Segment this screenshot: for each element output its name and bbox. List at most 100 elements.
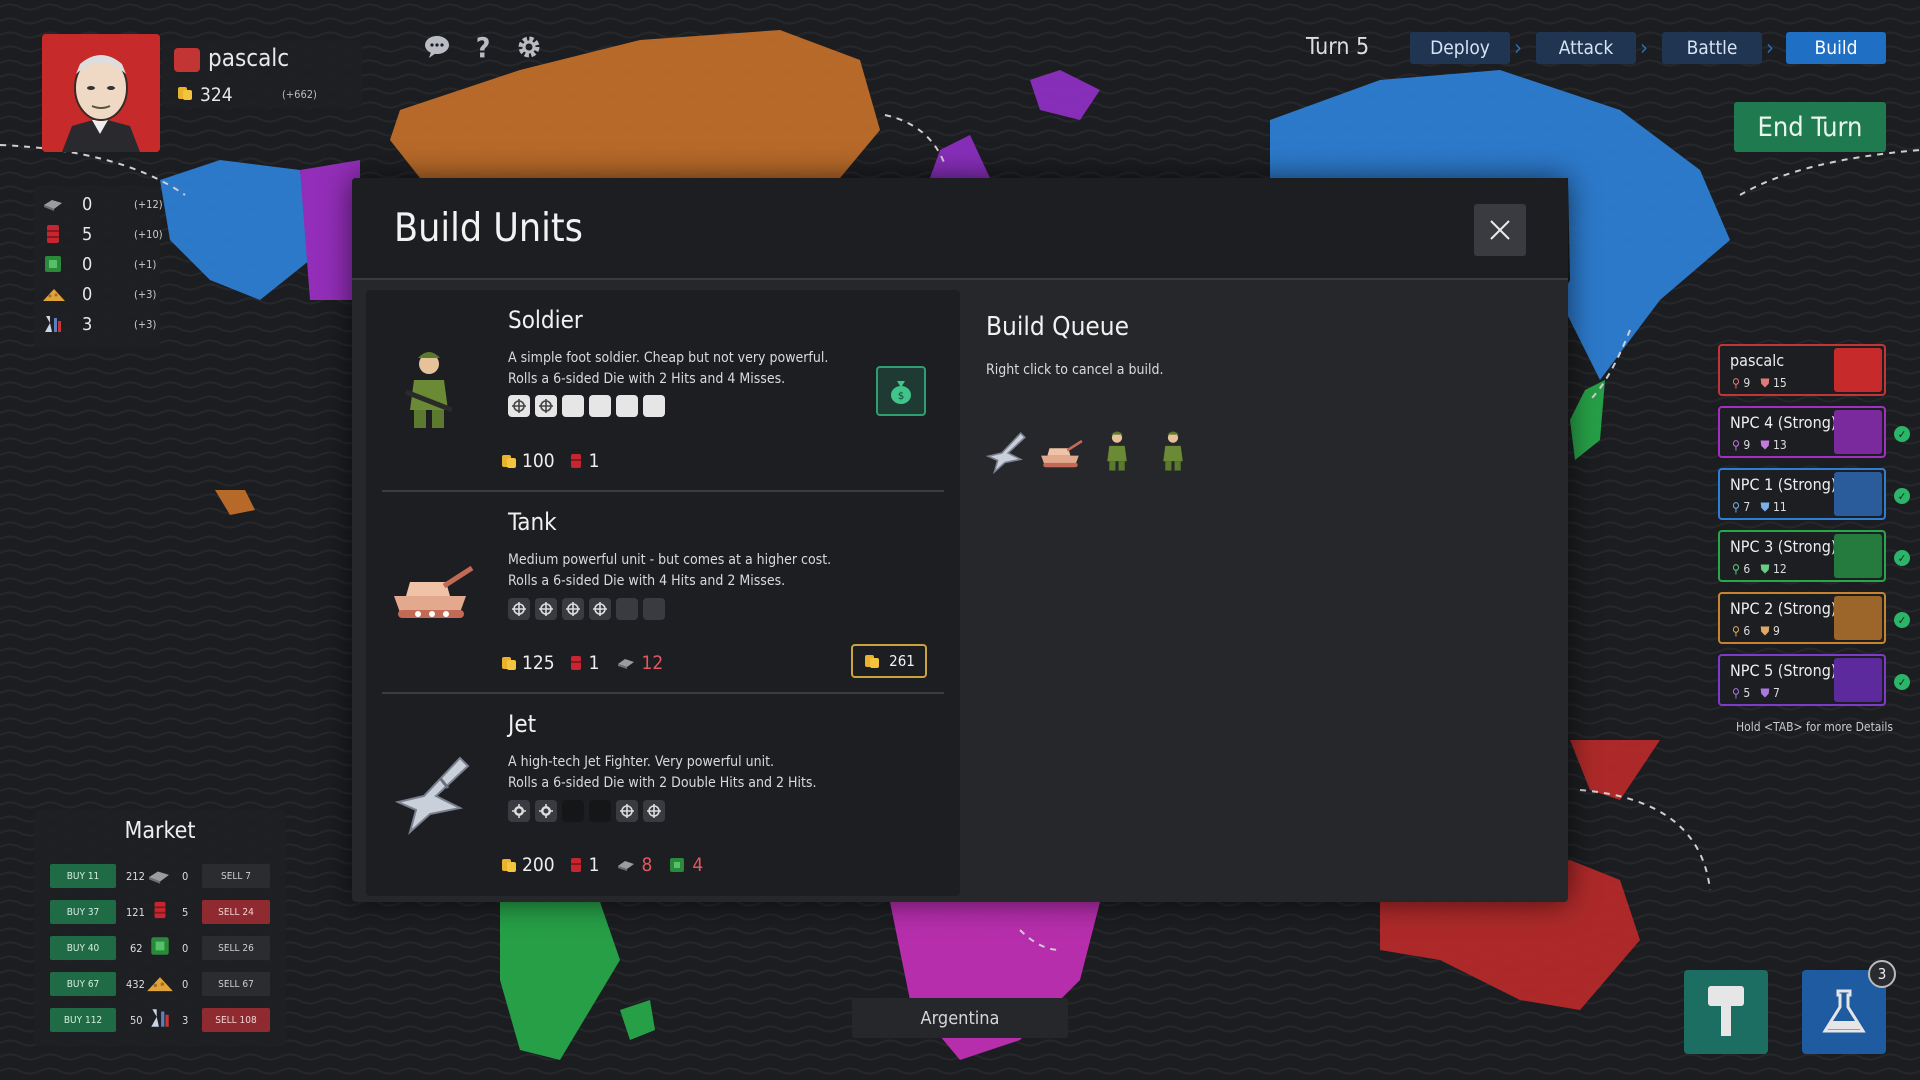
player-stats: ⚲ 6 ⛊ 9 <box>1732 624 1780 638</box>
end-turn-button[interactable]: End Turn <box>1734 102 1886 152</box>
phase-build[interactable]: Build <box>1786 32 1886 64</box>
player-stats: ⚲ 9 ⛊ 13 <box>1732 438 1787 452</box>
player-card[interactable]: NPC 5 (Strong) ⚲ 5 ⛊ 7 <box>1718 654 1886 706</box>
modal-title: Build Units <box>394 206 583 251</box>
chevron-right-icon: › <box>1514 36 1522 61</box>
player-card[interactable]: NPC 4 (Strong) ⚲ 9 ⛊ 13 <box>1718 406 1886 458</box>
miss-die-icon <box>589 395 611 417</box>
market-owned: 0 <box>182 978 189 991</box>
sell-research-button[interactable]: SELL 108 <box>202 1008 270 1032</box>
unit-name: Soldier <box>508 306 583 334</box>
player-stats: ⚲ 7 ⛊ 11 <box>1732 500 1787 514</box>
double-hit-die-icon <box>535 800 557 822</box>
queue-item-tank[interactable] <box>1038 434 1084 476</box>
miss-die-icon <box>616 395 638 417</box>
miss-die-icon <box>643 598 665 620</box>
queue-item-jet[interactable] <box>984 430 1028 478</box>
sell-steel-button[interactable]: SELL 7 <box>202 864 270 888</box>
player-card[interactable]: pascalc ⚲ 9 ⛊ 15 <box>1718 344 1886 396</box>
money-bag-icon: $ <box>891 381 911 404</box>
miss-die-icon <box>589 800 611 822</box>
gold-coins-icon <box>502 859 516 872</box>
ready-check-icon: ✓ <box>1894 488 1910 504</box>
sell-chip-button[interactable]: SELL 26 <box>202 936 270 960</box>
close-button[interactable] <box>1474 204 1526 256</box>
market-price: 212 <box>126 870 145 883</box>
sell-grain-button[interactable]: SELL 67 <box>202 972 270 996</box>
market-title: Market <box>124 818 196 844</box>
hit-die-icon <box>643 800 665 822</box>
player-name: NPC 1 (Strong) <box>1730 475 1837 494</box>
steel-icon <box>149 871 169 884</box>
soldier-icon <box>1107 431 1127 471</box>
market-price: 121 <box>126 906 145 919</box>
player-card[interactable]: NPC 2 (Strong) ⚲ 6 ⛊ 9 <box>1718 592 1886 644</box>
research-count-badge: 3 <box>1868 960 1896 988</box>
divider <box>382 692 944 694</box>
settings-icon[interactable] <box>514 32 544 62</box>
player-stats: ⚲ 6 ⛊ 12 <box>1732 562 1787 576</box>
buy-grain-button[interactable]: BUY 67 <box>50 972 116 996</box>
market-owned: 5 <box>182 906 189 919</box>
tank-dice <box>508 598 665 620</box>
resources-panel: 0 (+12) 5 (+10) 0 (+1) 0 (+3) 3 (+3) <box>34 186 163 348</box>
phase-attack[interactable]: Attack <box>1536 32 1636 64</box>
territory-canada-west[interactable] <box>300 160 360 300</box>
build-button[interactable]: $ <box>876 366 926 416</box>
hit-die-icon <box>589 598 611 620</box>
hit-die-icon <box>508 598 530 620</box>
market-price: 62 <box>130 942 143 955</box>
ready-check-icon: ✓ <box>1894 550 1910 566</box>
buy-research-button[interactable]: BUY 112 <box>50 1008 116 1032</box>
chat-icon[interactable] <box>422 32 452 62</box>
flask-icon <box>151 1009 169 1027</box>
market-owned: 3 <box>182 1014 189 1027</box>
hovered-territory-label: Argentina <box>852 998 1068 1038</box>
flask-icon <box>1822 989 1866 1033</box>
gold-shortfall-badge: 261 <box>851 644 927 678</box>
resource-row-steel: 0 (+12) <box>42 190 163 218</box>
chevron-right-icon: › <box>1640 36 1648 61</box>
player-name: NPC 4 (Strong) <box>1730 413 1837 432</box>
ready-check-icon: ✓ <box>1894 612 1910 628</box>
player-card[interactable]: NPC 1 (Strong) ⚲ 7 ⛊ 11 <box>1718 468 1886 520</box>
player-avatar <box>42 34 160 152</box>
hit-die-icon <box>616 800 638 822</box>
phase-deploy[interactable]: Deploy <box>1410 32 1510 64</box>
phase-battle[interactable]: Battle <box>1662 32 1762 64</box>
gold-coins-icon <box>865 655 880 668</box>
sell-oil-button[interactable]: SELL 24 <box>202 900 270 924</box>
resource-row-grain: 0 (+3) <box>42 280 156 308</box>
market-owned: 0 <box>182 942 189 955</box>
build-mode-button[interactable] <box>1684 970 1768 1054</box>
queue-item-soldier[interactable] <box>1154 428 1192 476</box>
market-price: 50 <box>130 1014 143 1027</box>
player-gold: 324 <box>200 84 233 106</box>
steel-icon <box>617 861 634 871</box>
soldier-dice <box>508 395 665 417</box>
queue-item-soldier[interactable] <box>1098 428 1136 476</box>
resource-value: 0 <box>82 253 93 275</box>
unit-description: Medium powerful unit - but comes at a hi… <box>508 552 832 589</box>
player-portrait <box>1834 472 1882 516</box>
player-gold-income: (+662) <box>282 88 317 101</box>
close-icon <box>1490 220 1510 240</box>
help-icon[interactable]: ? <box>468 31 498 64</box>
microchip-icon <box>151 937 169 955</box>
buy-oil-button[interactable]: BUY 37 <box>50 900 116 924</box>
steel-icon <box>617 659 634 669</box>
market-owned: 0 <box>182 870 189 883</box>
player-name: NPC 3 (Strong) <box>1730 537 1837 556</box>
grain-icon <box>43 289 65 301</box>
jet-cost: 200 1 8 4 <box>500 854 709 876</box>
player-name: NPC 2 (Strong) <box>1730 599 1837 618</box>
buy-steel-button[interactable]: BUY 11 <box>50 864 116 888</box>
gold-coins-icon <box>176 84 194 106</box>
grain-icon <box>147 977 173 992</box>
unit-description: A high-tech Jet Fighter. Very powerful u… <box>508 754 817 791</box>
buy-chip-button[interactable]: BUY 40 <box>50 936 116 960</box>
player-card[interactable]: NPC 3 (Strong) ⚲ 6 ⛊ 12 <box>1718 530 1886 582</box>
player-portrait <box>1834 410 1882 454</box>
resource-income: (+3) <box>134 317 157 331</box>
tank-cost: 125 1 12 <box>500 652 669 674</box>
